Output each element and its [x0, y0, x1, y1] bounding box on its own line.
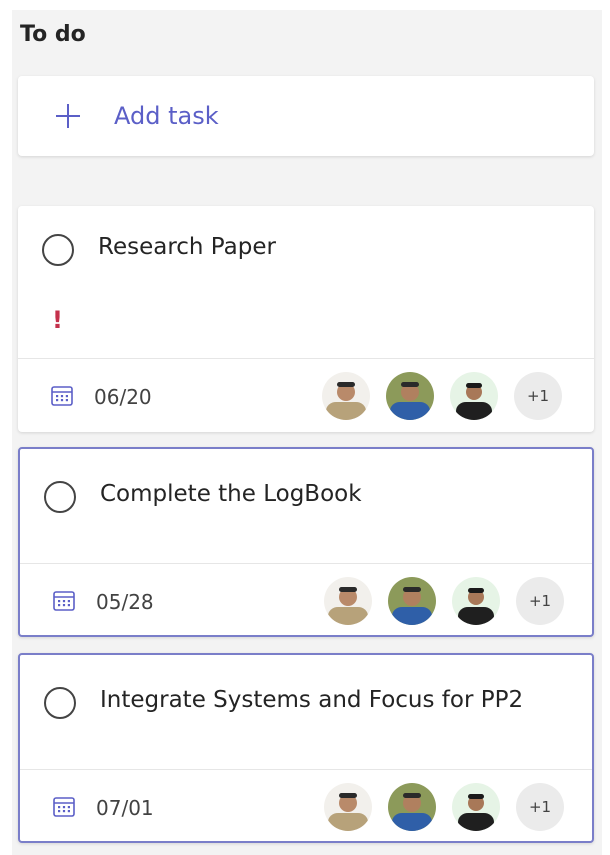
- plus-icon: [56, 104, 80, 128]
- calendar-icon: [53, 591, 75, 611]
- card-divider: [20, 769, 592, 770]
- more-assignees-badge[interactable]: +1: [516, 577, 564, 625]
- due-date: 05/28: [96, 590, 154, 614]
- assignee-avatar[interactable]: [388, 783, 436, 831]
- assignee-avatar[interactable]: [322, 372, 370, 420]
- assignee-avatar[interactable]: [452, 577, 500, 625]
- assignee-avatar[interactable]: [386, 372, 434, 420]
- task-title: Integrate Systems and Focus for PP2: [100, 687, 524, 713]
- assignee-avatar[interactable]: [450, 372, 498, 420]
- due-date: 07/01: [96, 796, 154, 820]
- task-card-complete-logbook[interactable]: Complete the LogBook 05/28 +1: [18, 447, 594, 637]
- task-title: Complete the LogBook: [100, 481, 362, 507]
- assignee-avatar[interactable]: [388, 577, 436, 625]
- more-assignees-badge[interactable]: +1: [516, 783, 564, 831]
- complete-task-checkbox[interactable]: [44, 687, 76, 719]
- column-title: To do: [20, 22, 86, 47]
- more-assignees-badge[interactable]: +1: [514, 372, 562, 420]
- task-card-research-paper[interactable]: Research Paper ! 06/20 +1: [18, 206, 594, 432]
- task-card-integrate-systems[interactable]: Integrate Systems and Focus for PP2 07/0…: [18, 653, 594, 843]
- add-task-label: Add task: [114, 102, 219, 130]
- task-title: Research Paper: [98, 234, 276, 260]
- card-divider: [18, 358, 594, 359]
- due-date: 06/20: [94, 385, 152, 409]
- card-divider: [20, 563, 592, 564]
- complete-task-checkbox[interactable]: [42, 234, 74, 266]
- complete-task-checkbox[interactable]: [44, 481, 76, 513]
- urgent-icon: !: [52, 306, 63, 334]
- assignee-avatar[interactable]: [324, 783, 372, 831]
- add-task-button[interactable]: Add task: [18, 76, 594, 156]
- assignee-avatar[interactable]: [452, 783, 500, 831]
- calendar-icon: [53, 797, 75, 817]
- assignee-avatar[interactable]: [324, 577, 372, 625]
- calendar-icon: [51, 386, 73, 406]
- todo-column: To do Add task Research Paper ! 06/20 +1…: [12, 10, 602, 855]
